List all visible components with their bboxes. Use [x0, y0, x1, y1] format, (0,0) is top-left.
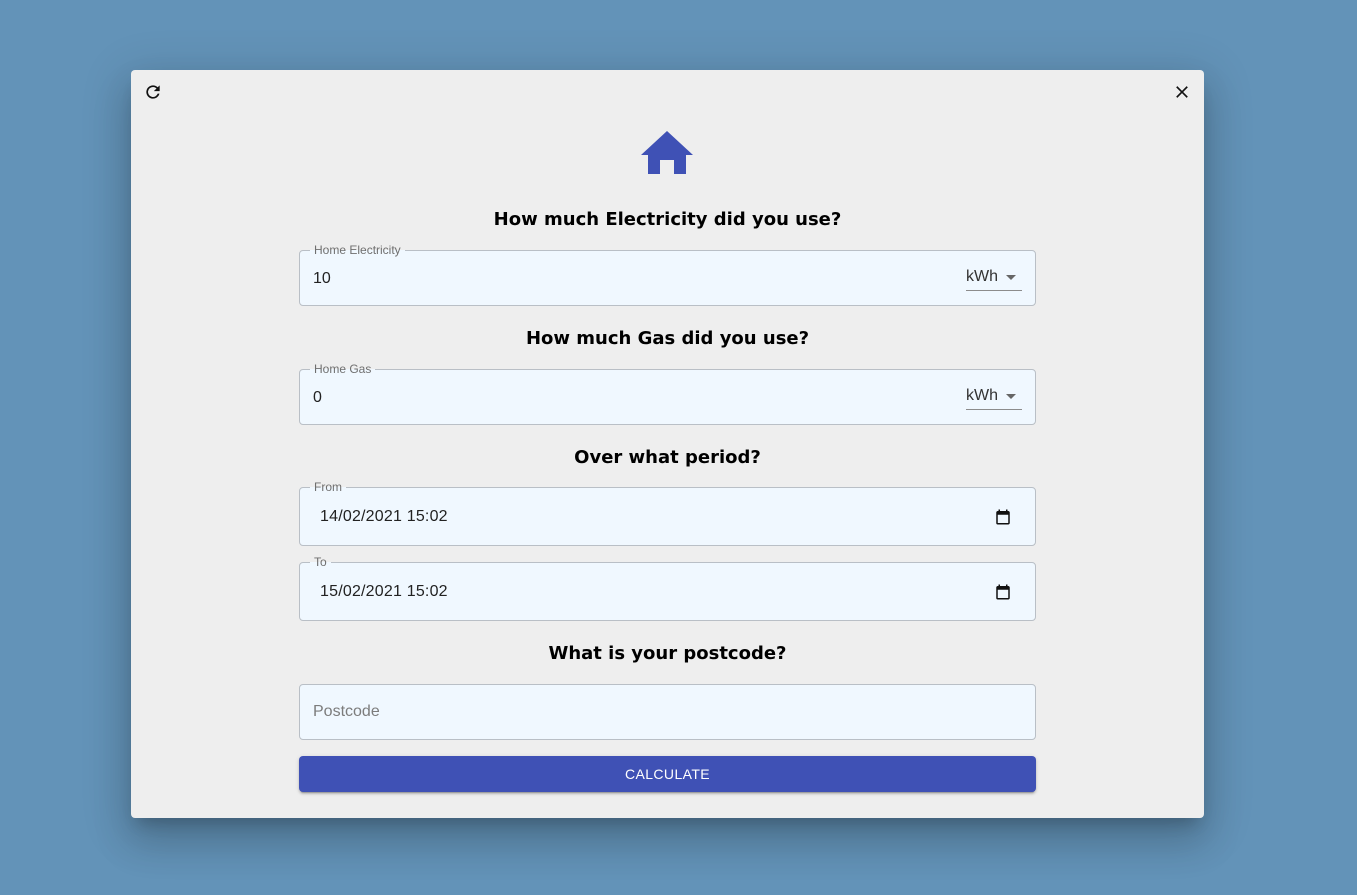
from-date-field[interactable]: From 14/02/2021 15:02: [299, 480, 1036, 546]
electricity-unit-label: kWh: [966, 268, 998, 285]
gas-unit-label: kWh: [966, 387, 998, 404]
electricity-field-label: Home Electricity: [310, 243, 405, 257]
home-icon: [641, 131, 693, 174]
calendar-icon[interactable]: [994, 508, 1012, 526]
calculate-button[interactable]: CALCULATE: [299, 756, 1036, 792]
refresh-icon: [146, 85, 160, 99]
gas-unit-select[interactable]: kWh: [966, 383, 1022, 410]
electricity-field[interactable]: Home Electricity 10 kWh: [299, 243, 1036, 306]
gas-value[interactable]: 0: [313, 389, 322, 407]
period-question: Over what period?: [574, 447, 761, 468]
electricity-question: How much Electricity did you use?: [493, 209, 842, 230]
gas-field[interactable]: Home Gas 0 kWh: [299, 362, 1036, 425]
postcode-question: What is your postcode?: [548, 643, 787, 664]
from-date-value[interactable]: 14/02/2021 15:02: [320, 508, 448, 526]
chevron-down-icon: [1006, 275, 1016, 280]
from-date-label: From: [310, 480, 346, 494]
electricity-unit-select[interactable]: kWh: [966, 264, 1022, 291]
gas-field-label: Home Gas: [310, 362, 376, 376]
refresh-button[interactable]: [139, 78, 167, 106]
to-date-value[interactable]: 15/02/2021 15:02: [320, 583, 448, 601]
chevron-down-icon: [1006, 394, 1016, 399]
calculator-dialog: How much Electricity did you use? Home E…: [131, 70, 1204, 818]
to-date-field[interactable]: To 15/02/2021 15:02: [299, 555, 1036, 621]
close-icon: [1176, 86, 1188, 98]
close-button[interactable]: [1168, 78, 1196, 106]
gas-question: How much Gas did you use?: [525, 328, 810, 349]
to-date-label: To: [310, 555, 331, 569]
calendar-icon[interactable]: [994, 583, 1012, 601]
electricity-value[interactable]: 10: [313, 270, 331, 288]
postcode-input[interactable]: [299, 684, 1036, 740]
